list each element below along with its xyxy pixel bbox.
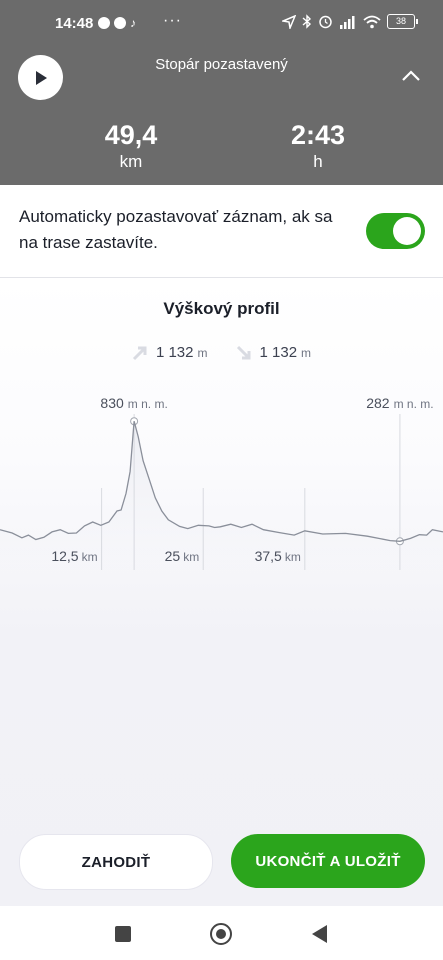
- back-button[interactable]: [312, 925, 327, 943]
- discard-button[interactable]: ZAHODIŤ: [19, 834, 213, 890]
- elevation-stats: 1 132 m 1 132 m: [0, 344, 443, 361]
- alarm-icon: [319, 15, 332, 29]
- descent-unit: m: [301, 346, 312, 360]
- duration-unit: h: [313, 152, 323, 171]
- tracker-header: Stopár pozastavený 49,4 km 2:43 h: [0, 42, 443, 185]
- descent-value: 1 132: [259, 344, 298, 361]
- location-icon: [282, 14, 296, 29]
- ascent-value: 1 132: [155, 344, 194, 361]
- auto-pause-label: Automaticky pozastavovať záznam, ak sa n…: [19, 207, 333, 252]
- signal-icon: [340, 15, 355, 29]
- elevation-profile: Výškový profil 1 132 m 1 132 m 12,5 km 25 km 3…: [0, 278, 443, 906]
- wifi-icon: [363, 15, 381, 28]
- descent-stat: 1 132 m: [236, 344, 312, 361]
- auto-pause-toggle[interactable]: [366, 213, 425, 249]
- ascent-stat: 1 132 m: [132, 344, 208, 361]
- distance-unit: km: [119, 152, 143, 171]
- duration-stat: 2:43 h: [258, 120, 378, 172]
- x-tick-label: 37,5 km: [255, 548, 301, 564]
- status-bar: 14:48 ♪ ··· 38: [0, 0, 443, 42]
- auto-pause-row: Automaticky pozastavovať záznam, ak sa n…: [0, 185, 443, 278]
- system-nav-bar: [0, 906, 443, 960]
- notification-icons: ♪: [98, 16, 136, 30]
- min-elevation-label: 282 m n. m.: [366, 395, 433, 411]
- distance-value: 49,4: [104, 120, 158, 150]
- collapse-button[interactable]: [399, 64, 423, 88]
- recents-button[interactable]: [115, 926, 131, 942]
- x-tick-label: 12,5 km: [51, 548, 97, 564]
- ascent-arrow-icon: [132, 346, 147, 360]
- battery-icon: 38: [387, 14, 418, 29]
- tiktok-icon: ♪: [130, 16, 136, 30]
- tracker-status-title: Stopár pozastavený: [155, 56, 288, 73]
- home-button[interactable]: [210, 923, 232, 945]
- messenger-icon: [98, 17, 110, 29]
- bluetooth-icon: [302, 14, 312, 29]
- chevron-up-icon: [402, 70, 420, 81]
- more-notifications-icon: ···: [163, 12, 182, 29]
- elevation-chart: 12,5 km 25 km 37,5 km830 m n. m. 282 m n. m.: [0, 395, 443, 578]
- system-icons: 38: [282, 14, 418, 29]
- profile-title: Výškový profil: [163, 299, 280, 318]
- max-elevation-label: 830 m n. m.: [100, 395, 167, 411]
- duration-value: 2:43: [290, 120, 346, 150]
- chat-icon: [114, 17, 126, 29]
- toggle-knob: [393, 217, 421, 245]
- elevation-line: [0, 421, 443, 542]
- status-time: 14:48: [55, 15, 94, 32]
- ascent-unit: m: [197, 346, 208, 360]
- descent-arrow-icon: [236, 345, 250, 359]
- distance-stat: 49,4 km: [71, 120, 191, 172]
- finish-and-save-button[interactable]: UKONČIŤ A ULOŽIŤ: [231, 834, 425, 888]
